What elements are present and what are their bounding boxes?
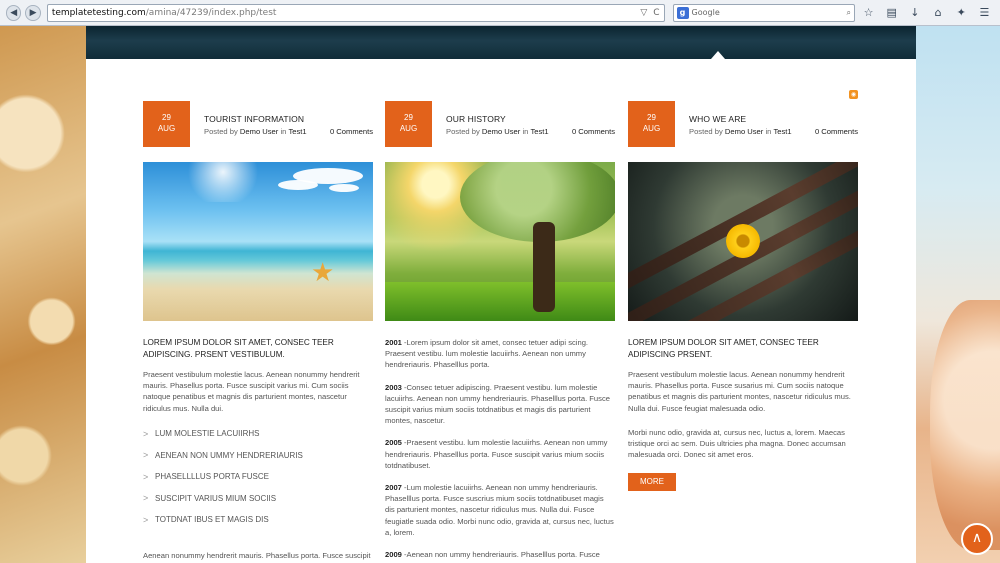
comments-link[interactable]: 0 Comments [815, 127, 858, 136]
bookmark-star-icon[interactable]: ☆ [859, 6, 878, 19]
post-title-link[interactable]: TOURIST INFORMATION [204, 114, 373, 124]
home-icon[interactable]: ⌂ [929, 6, 948, 19]
in-label: in [522, 127, 529, 136]
posted-by-label: Posted by [689, 127, 723, 136]
history-entry: 2009 -Aenean non ummy hendreriauris. Pha… [385, 550, 600, 560]
date-badge: 29 AUG [143, 101, 190, 147]
background-starfish [0, 26, 86, 563]
post-header: 29 AUG TOURIST INFORMATION Posted by Dem… [143, 101, 373, 147]
menu-pointer [711, 51, 725, 59]
search-box[interactable]: g Google ⌕ [672, 3, 855, 22]
more-button[interactable]: MORE [628, 473, 676, 492]
list-item[interactable]: > AENEAN NON UMMY HENDRERIAURIS [143, 444, 373, 466]
post-title-link[interactable]: WHO WE ARE [689, 114, 858, 124]
date-month: AUG [642, 124, 661, 133]
date-badge: 29 AUG [385, 101, 432, 147]
category-link[interactable]: Test1 [530, 127, 548, 136]
list-item[interactable]: > SUSCIPIT VARIUS MIUM SOCIIS [143, 488, 373, 510]
posted-by-label: Posted by [204, 127, 238, 136]
bench-flower-image[interactable] [628, 162, 858, 321]
post-meta: OUR HISTORY Posted by Demo User in Test1… [432, 101, 615, 147]
chevron-right-icon: > [143, 428, 149, 439]
list-item[interactable]: > LUM MOLESTIE LACUIIRHS [143, 423, 373, 445]
post-byline: Posted by Demo User in Test1 0 Comments [446, 127, 615, 136]
post-meta: WHO WE ARE Posted by Demo User in Test1 … [675, 101, 858, 147]
post-lead-heading: LOREM IPSUM DOLOR SIT AMET, CONSEC TEER … [143, 338, 334, 359]
search-icon[interactable]: ⌕ [847, 8, 851, 18]
chevron-right-icon: > [143, 450, 149, 461]
beach-starfish-image[interactable]: ★ [143, 162, 373, 321]
history-entry: 2003 -Consec tetuer adipiscing. Praesent… [385, 382, 610, 426]
feature-list: > LUM MOLESTIE LACUIIRHS > AENEAN NON UMMY… [143, 423, 373, 531]
date-day: 29 [162, 113, 171, 122]
menu-icon[interactable]: ☰ [975, 6, 994, 19]
green-tree-image[interactable] [385, 162, 615, 321]
post-who-we-are: 29 AUG WHO WE ARE Posted by Demo User in… [628, 101, 858, 492]
list-item[interactable]: > PHASELLLLUS PORTA FUSCE [143, 466, 373, 488]
post-byline: Posted by Demo User in Test1 0 Comments [204, 127, 373, 136]
post-title-link[interactable]: OUR HISTORY [446, 114, 615, 124]
starfish-icon: ★ [311, 258, 335, 288]
post-lead-heading: LOREM IPSUM DOLOR SIT AMET, CONSEC TEER … [628, 338, 819, 359]
post-paragraph-2: Morbi nunc odio, gravida at, cursus nec,… [628, 427, 846, 460]
post-meta: TOURIST INFORMATION Posted by Demo User … [190, 101, 373, 147]
list-item[interactable]: > TOTDNAT IBUS ET MAGIS DIS [143, 509, 373, 531]
category-link[interactable]: Test1 [288, 127, 306, 136]
comments-link[interactable]: 0 Comments [572, 127, 615, 136]
post-header: 29 AUG WHO WE ARE Posted by Demo User in… [628, 101, 858, 147]
post-paragraph: Praesent vestibulum molestie lacus. Aene… [143, 370, 360, 413]
forward-button[interactable]: ▶ [25, 4, 41, 21]
date-day: 29 [647, 113, 656, 122]
post-paragraph: Praesent vestibulum molestie lacus. Aene… [628, 370, 851, 413]
flower-icon [726, 224, 760, 258]
history-entry: 2007 -Lum molestie lacuiirhs. Aenean non… [385, 483, 614, 537]
date-day: 29 [404, 113, 413, 122]
in-label: in [765, 127, 772, 136]
reload-icon[interactable]: C [653, 8, 659, 18]
category-link[interactable]: Test1 [773, 127, 791, 136]
history-entry: 2005 -Praesent vestibu. lum molestie lac… [385, 438, 608, 470]
comments-link[interactable]: 0 Comments [330, 127, 373, 136]
back-to-top-button[interactable]: ∧ [961, 523, 993, 555]
history-dropdown-icon[interactable]: ▽ [640, 8, 647, 18]
author-link[interactable]: Demo User [725, 127, 763, 136]
date-month: AUG [157, 124, 176, 133]
author-link[interactable]: Demo User [240, 127, 278, 136]
addon-icon[interactable]: ✦ [952, 6, 971, 19]
seashell-image [930, 300, 1000, 550]
search-engine-icon[interactable]: g [676, 6, 689, 19]
date-month: AUG [399, 124, 418, 133]
date-badge: 29 AUG [628, 101, 675, 147]
chevron-right-icon: > [143, 471, 149, 482]
post-our-history: 29 AUG OUR HISTORY Posted by Demo User i… [385, 101, 615, 563]
chevron-right-icon: > [143, 514, 149, 525]
search-input[interactable]: Google [692, 8, 844, 17]
author-link[interactable]: Demo User [482, 127, 520, 136]
url-host: templatetesting.com [51, 7, 146, 18]
downloads-icon[interactable]: ↓ [905, 6, 924, 19]
post-byline: Posted by Demo User in Test1 0 Comments [689, 127, 858, 136]
chevron-right-icon: > [143, 493, 149, 504]
post-tourist-information: 29 AUG TOURIST INFORMATION Posted by Dem… [143, 101, 373, 563]
browser-toolbar: ◀ ▶ templatetesting.com/amina/47239/inde… [0, 0, 1000, 26]
back-button[interactable]: ◀ [6, 4, 22, 21]
post-tail-paragraph: Aenean nonummy hendrerit mauris. Phasell… [143, 550, 371, 563]
posted-by-label: Posted by [446, 127, 480, 136]
header-sea-banner [86, 26, 916, 59]
rss-icon[interactable]: ◉ [849, 90, 858, 99]
address-bar[interactable]: templatetesting.com/amina/47239/index.ph… [46, 3, 665, 22]
url-path: /amina/47239/index.php/test [145, 7, 277, 18]
history-entry: 2001 -Lorem ipsum dolor sit amet, consec… [385, 338, 589, 370]
post-header: 29 AUG OUR HISTORY Posted by Demo User i… [385, 101, 615, 147]
bookmarks-list-icon[interactable]: ▤ [882, 6, 901, 19]
in-label: in [280, 127, 287, 136]
